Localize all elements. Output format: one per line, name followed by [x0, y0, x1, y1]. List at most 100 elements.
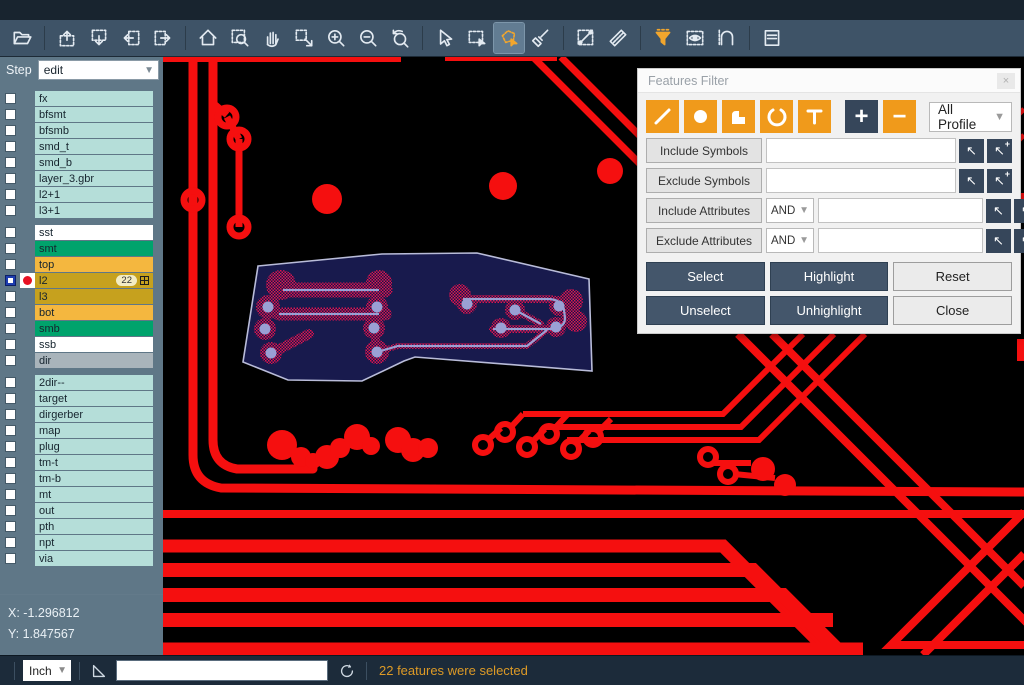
panels-list-button[interactable] [757, 23, 787, 53]
pick-symbol-button[interactable]: ↖ [959, 169, 984, 193]
refresh-button[interactable] [336, 660, 358, 682]
layer-row[interactable]: top [0, 257, 163, 272]
unhighlight-button[interactable]: Unhighlight [770, 296, 889, 325]
layer-row[interactable]: bfsmb [0, 123, 163, 138]
layer-checkbox[interactable] [5, 537, 16, 548]
command-input[interactable] [116, 660, 328, 681]
step-select[interactable]: edit ▼ [38, 60, 159, 80]
layer-checkbox[interactable] [5, 489, 16, 500]
filter-text-button[interactable] [798, 100, 831, 133]
dialog-title-bar[interactable]: Features Filter × [638, 69, 1020, 93]
include-attributes-operator-select[interactable]: AND▼ [766, 198, 814, 223]
layer-checkbox[interactable] [5, 205, 16, 216]
pick-attribute-button[interactable]: ↖ [986, 229, 1011, 253]
layer-label[interactable]: target [35, 391, 153, 406]
layer-checkbox[interactable] [5, 441, 16, 452]
select-button[interactable]: Select [646, 262, 765, 291]
layer-label[interactable]: smt [35, 241, 153, 256]
layer-checkbox[interactable] [5, 307, 16, 318]
layer-label[interactable]: sst [35, 225, 153, 240]
layer-label[interactable]: bfsmb [35, 123, 153, 138]
layer-checkbox[interactable] [5, 505, 16, 516]
zoom-previous-button[interactable] [385, 23, 415, 53]
layer-row[interactable]: tm-t [0, 455, 163, 470]
layer-row[interactable]: target [0, 391, 163, 406]
layer-checkbox[interactable] [5, 109, 16, 120]
filter-surface-button[interactable] [722, 100, 755, 133]
layer-label[interactable]: mt [35, 487, 153, 502]
menu-item[interactable] [46, 8, 66, 12]
select-polygon-button[interactable] [494, 23, 524, 53]
layer-row[interactable]: smd_t [0, 139, 163, 154]
zoom-out-button[interactable] [353, 23, 383, 53]
home-view-button[interactable] [193, 23, 223, 53]
layer-label[interactable]: npt [35, 535, 153, 550]
layer-checkbox[interactable] [5, 243, 16, 254]
pan-hand-button[interactable] [257, 23, 287, 53]
layer-checkbox[interactable] [5, 323, 16, 334]
filter-arc-button[interactable] [760, 100, 793, 133]
layer-label[interactable]: plug [35, 439, 153, 454]
layer-checkbox[interactable] [5, 473, 16, 484]
layer-row[interactable]: tm-b [0, 471, 163, 486]
layer-row[interactable]: 2dir-- [0, 375, 163, 390]
filter-plus-button[interactable]: + [845, 100, 878, 133]
layer-label[interactable]: top [35, 257, 153, 272]
dialog-close-button[interactable]: × [997, 73, 1015, 89]
layer-row[interactable]: fx [0, 91, 163, 106]
include-attributes-button[interactable]: Include Attributes [646, 198, 762, 223]
zoom-window-button[interactable] [225, 23, 255, 53]
exclude-attributes-button[interactable]: Exclude Attributes [646, 228, 762, 253]
menu-item[interactable] [26, 8, 46, 12]
filter-pad-button[interactable] [684, 100, 717, 133]
layer-row[interactable]: npt [0, 535, 163, 550]
select-rectangle-button[interactable] [462, 23, 492, 53]
exclude-attributes-input[interactable] [818, 228, 983, 253]
layer-label[interactable]: ssb [35, 337, 153, 352]
layer-row[interactable]: layer_3.gbr [0, 171, 163, 186]
close-button[interactable]: Close [893, 296, 1012, 325]
unselect-button[interactable]: Unselect [646, 296, 765, 325]
features-filter-button[interactable] [648, 23, 678, 53]
pick-attribute-add-button[interactable]: ↖+ [1014, 229, 1024, 253]
layer-label[interactable]: l3 [35, 289, 153, 304]
layer-row[interactable]: smt [0, 241, 163, 256]
layer-row[interactable]: dirgerber [0, 407, 163, 422]
select-pointer-button[interactable] [430, 23, 460, 53]
pick-symbol-button[interactable]: ↖ [959, 139, 984, 163]
layer-checkbox[interactable] [5, 553, 16, 564]
exclude-attributes-operator-select[interactable]: AND▼ [766, 228, 814, 253]
pan-up-button[interactable] [52, 23, 82, 53]
layer-row[interactable]: l222 [0, 273, 163, 288]
layer-row[interactable]: plug [0, 439, 163, 454]
include-symbols-button[interactable]: Include Symbols [646, 138, 762, 163]
view-region-button[interactable] [680, 23, 710, 53]
pan-right-button[interactable] [148, 23, 178, 53]
include-symbols-input[interactable] [766, 138, 956, 163]
filter-minus-button[interactable]: − [883, 100, 916, 133]
reset-button[interactable]: Reset [893, 262, 1012, 291]
layer-label[interactable]: l3+1 [35, 203, 153, 218]
snap-mode-button[interactable] [712, 23, 742, 53]
layer-checkbox[interactable] [5, 189, 16, 200]
include-attributes-input[interactable] [818, 198, 983, 223]
profile-select[interactable]: All Profile ▼ [929, 102, 1012, 132]
layer-label[interactable]: smd_b [35, 155, 153, 170]
layer-row[interactable]: via [0, 551, 163, 566]
layer-checkbox[interactable] [5, 355, 16, 366]
layer-row[interactable]: map [0, 423, 163, 438]
layer-row[interactable]: ssb [0, 337, 163, 352]
layer-row[interactable]: smd_b [0, 155, 163, 170]
layer-label[interactable]: 2dir-- [35, 375, 153, 390]
layer-checkbox[interactable] [5, 409, 16, 420]
layer-label[interactable]: tm-t [35, 455, 153, 470]
layer-checkbox[interactable] [5, 291, 16, 302]
pick-symbol-add-button[interactable]: ↖+ [987, 139, 1012, 163]
layer-row[interactable]: bfsmt [0, 107, 163, 122]
layer-checkbox[interactable] [5, 339, 16, 350]
layer-label[interactable]: map [35, 423, 153, 438]
layer-checkbox[interactable] [5, 377, 16, 388]
menu-item[interactable] [66, 8, 86, 12]
layer-label[interactable]: out [35, 503, 153, 518]
pan-down-button[interactable] [84, 23, 114, 53]
